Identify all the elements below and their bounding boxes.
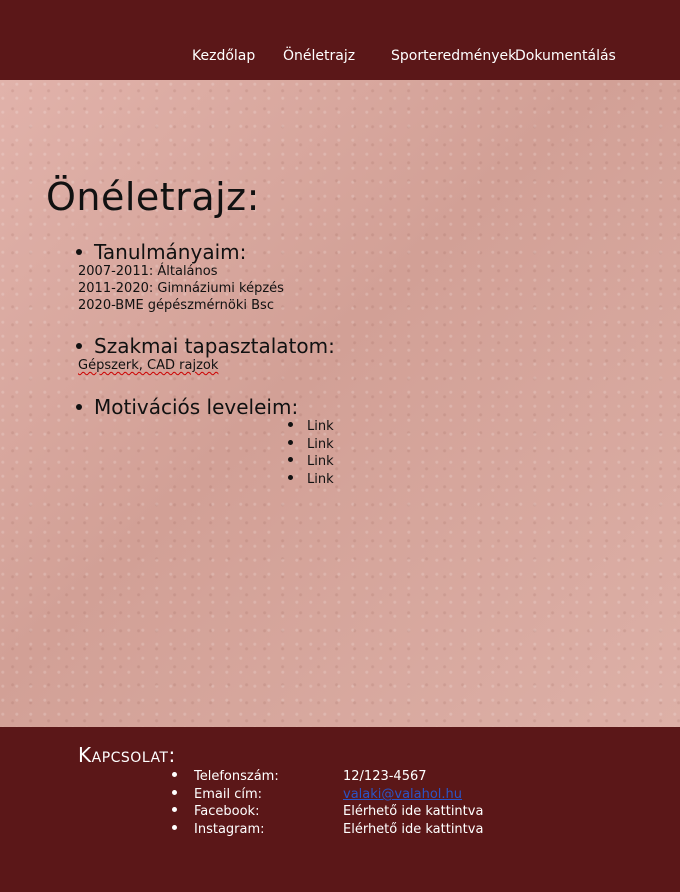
contact-value: 12/123-4567 [343,769,427,784]
section-heading-motivation-letters: Motivációs leveleim: [76,395,298,419]
contact-label: Email cím: [194,787,263,802]
contact-row-instagram: Instagram: Elérhető ide kattintva [172,822,492,840]
motivation-link[interactable]: Link [307,454,334,469]
contact-row-phone: Telefonszám: 12/123-4567 [172,769,492,787]
motivation-link[interactable]: Link [307,437,334,452]
bullet-icon [172,790,177,795]
bullet-icon [76,248,82,255]
bullet-icon [288,457,293,462]
experience-line: Gépszerk, CAD rajzok [78,358,219,373]
bullet-icon [172,825,177,830]
bullet-icon [76,403,82,410]
motivation-links-list: Link Link Link Link [288,419,334,489]
bullet-icon [288,439,293,445]
list-item: Link [288,437,334,455]
nav-link-documentation[interactable]: Dokumentálás [515,48,616,64]
bullet-icon [288,474,293,480]
studies-line: 2020-BME gépészmérnöki Bsc [78,298,274,313]
list-item: Link [288,472,334,490]
section-heading-studies: Tanulmányaim: [76,240,246,264]
page-title: Önéletrajz: [46,175,260,219]
facebook-link[interactable]: Elérhető ide kattintva [343,804,483,819]
footer-title: Kapcsolat: [78,743,176,767]
instagram-link[interactable]: Elérhető ide kattintva [343,822,483,837]
top-navbar: Kezdőlap Önéletrajz Sporteredmények Doku… [0,0,680,80]
motivation-link[interactable]: Link [307,472,334,487]
nav-link-sport-results[interactable]: Sporteredmények [391,48,516,64]
motivation-link[interactable]: Link [307,419,334,434]
nav-link-home[interactable]: Kezdőlap [192,48,255,64]
footer: Kapcsolat: Telefonszám: 12/123-4567 Emai… [0,727,680,892]
contact-row-facebook: Facebook: Elérhető ide kattintva [172,804,492,822]
contact-label: Facebook: [194,804,260,819]
list-item: Link [288,454,334,472]
section-heading-experience: Szakmai tapasztalatom: [76,334,335,358]
contact-row-email: Email cím: valaki@valahol.hu [172,787,492,805]
studies-line: 2011-2020: Gimnáziumi képzés [78,281,284,296]
nav-link-cv[interactable]: Önéletrajz [283,48,355,64]
list-item: Link [288,419,334,437]
bullet-icon [172,772,177,777]
bullet-icon [288,422,293,427]
contact-label: Instagram: [194,822,265,837]
email-link[interactable]: valaki@valahol.hu [343,787,462,802]
bullet-icon [76,342,82,349]
bullet-icon [172,807,177,812]
contact-label: Telefonszám: [194,769,279,784]
studies-line: 2007-2011: Általános [78,264,218,279]
